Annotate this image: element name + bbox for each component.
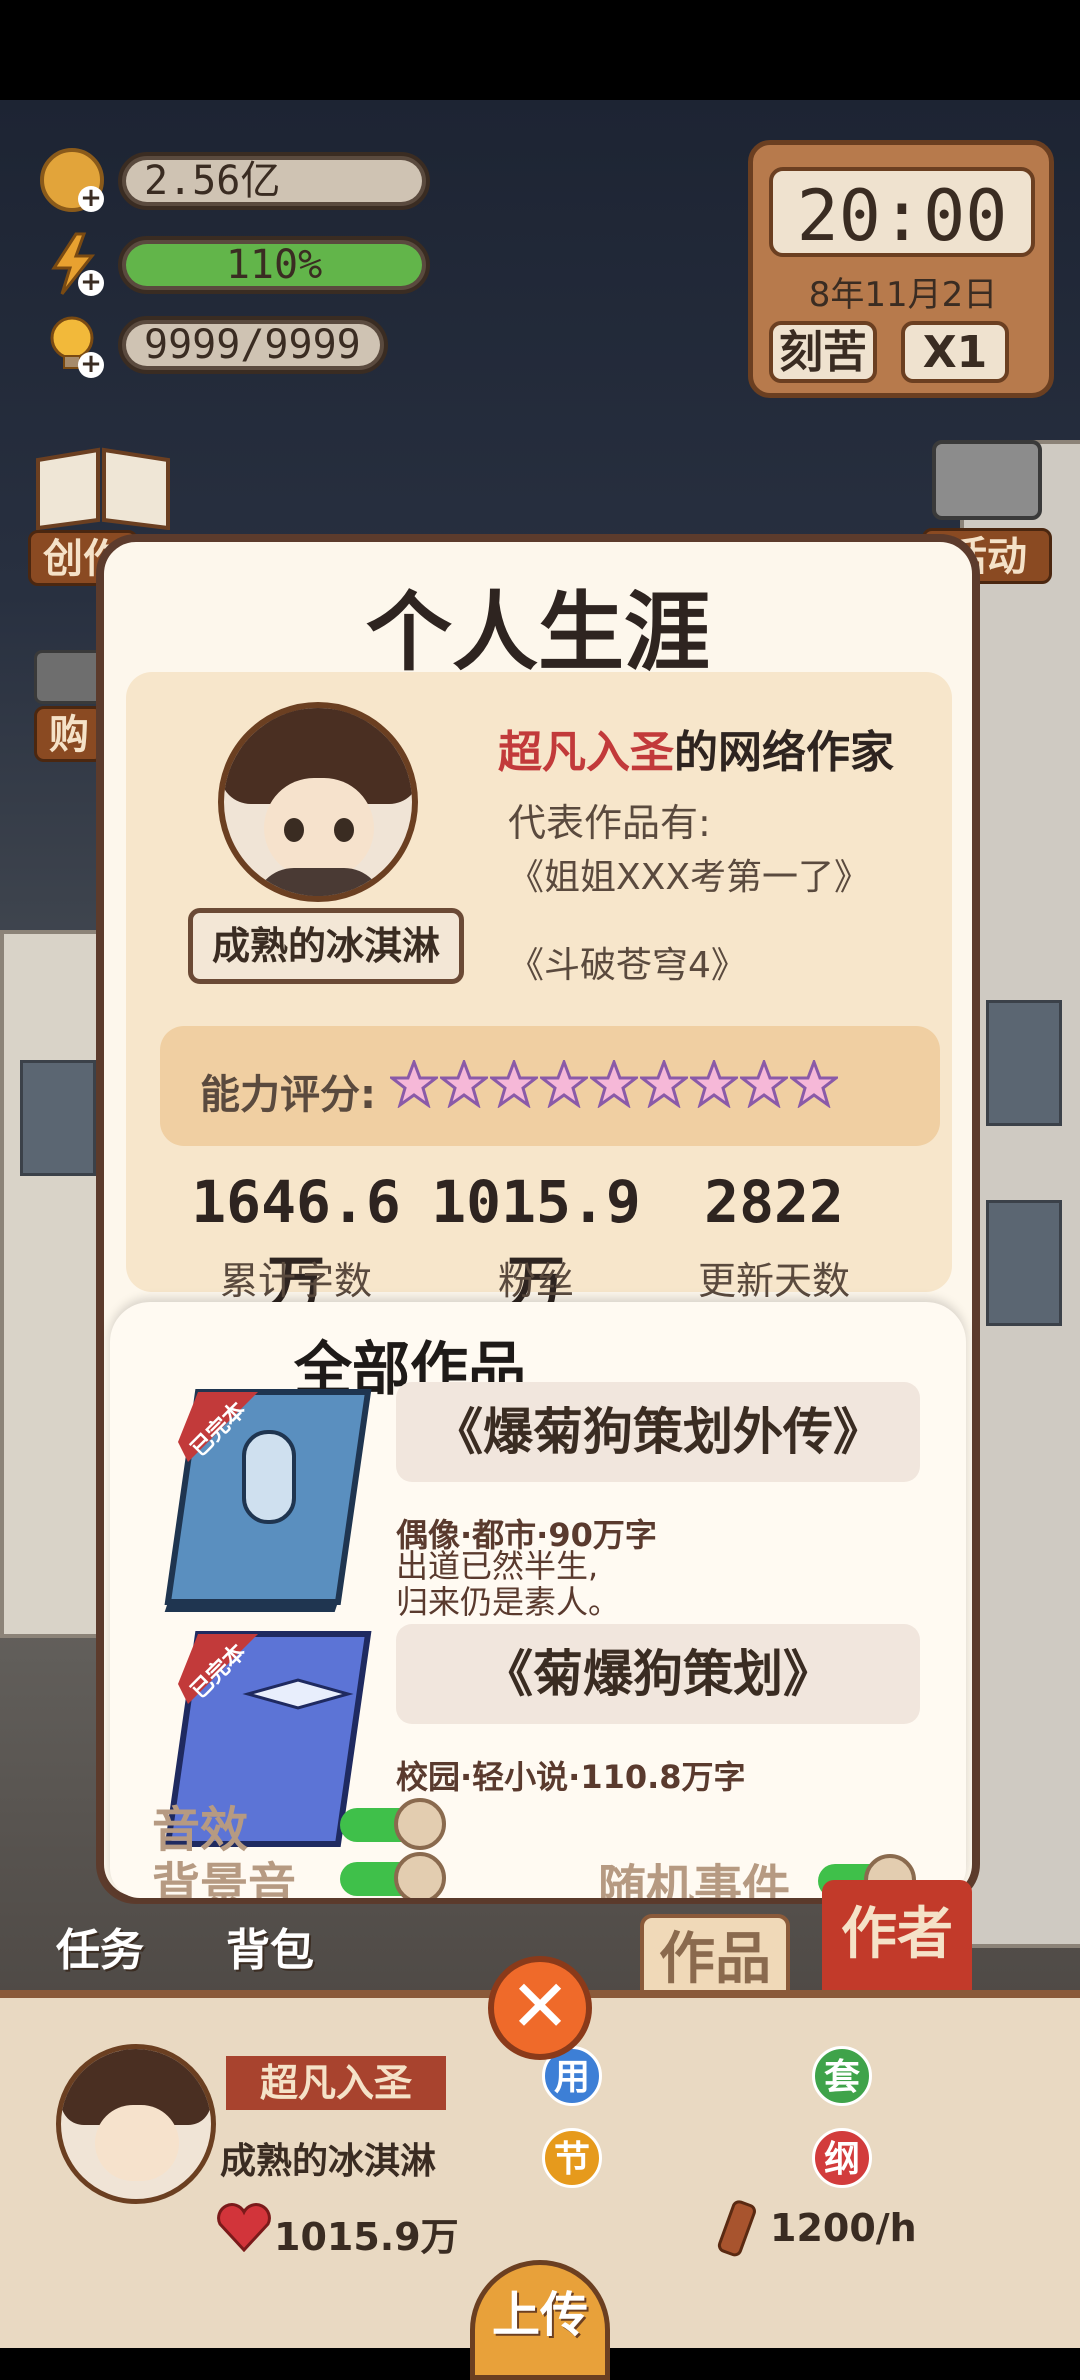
ideas-counter: 9999/9999 xyxy=(118,316,388,374)
star-icon xyxy=(540,1060,588,1108)
speed-button[interactable]: X1 xyxy=(901,321,1009,383)
star-icon xyxy=(590,1060,638,1108)
star-icon xyxy=(690,1060,738,1108)
add-icon[interactable]: + xyxy=(78,269,104,296)
rep-works-label: 代表作品有: xyxy=(508,801,711,845)
gold-value: 2.56亿 xyxy=(126,160,422,202)
update-days-value: 2822 xyxy=(704,1168,844,1236)
star-icon xyxy=(390,1060,438,1108)
total-words-label: 累计字数 xyxy=(219,1259,372,1303)
player-avatar-small[interactable] xyxy=(56,2044,216,2204)
book-icon xyxy=(164,1389,372,1614)
energy-bar: 110% xyxy=(118,236,430,294)
update-days-label: 更新天数 xyxy=(697,1259,850,1303)
work-desc-1: 出道已然半生, 归来仍是素人。 xyxy=(396,1547,621,1621)
window xyxy=(20,1060,96,1176)
gold-counter: 2.56亿 xyxy=(118,152,430,210)
ideas-value: 9999/9999 xyxy=(126,324,380,366)
window xyxy=(986,1200,1062,1326)
sfx-toggle[interactable] xyxy=(340,1798,446,1850)
writer-suffix: 的网络作家 xyxy=(674,727,894,778)
fans-label: 粉丝 xyxy=(497,1259,574,1303)
game-clock: 20:00 8年11月2日 刻苦 X1 xyxy=(748,140,1054,398)
pencil-icon xyxy=(706,2198,766,2258)
book-icon xyxy=(36,447,170,531)
book-cover-1[interactable]: 已完本 xyxy=(158,1382,378,1614)
player-name-plate: 成熟的冰淇淋 xyxy=(188,908,464,984)
toggle-knob xyxy=(394,1852,446,1898)
bgm-label: 背景音 xyxy=(152,1858,297,1898)
tab-works[interactable]: 作品 xyxy=(640,1914,790,1998)
task-button[interactable]: 任务 xyxy=(56,1914,144,1978)
clock-date: 8年11月2日 xyxy=(808,275,998,315)
profile-card: 成熟的冰淇淋 超凡入圣的网络作家 代表作品有: 《姐姐XXX考第一了》 《斗破苍… xyxy=(126,672,952,1317)
clock-time: 20:00 xyxy=(769,167,1035,257)
rep-work-1: 《姐姐XXX考第一了》 xyxy=(508,857,870,898)
close-button[interactable]: ✕ xyxy=(488,1956,592,2060)
works-panel: 全部作品 已完本 《爆菊狗策划外传》 偶像·都市·90万字 出道已然半生, 归来… xyxy=(110,1302,966,1898)
player-name: 成熟的冰淇淋 xyxy=(220,2141,437,2182)
radio-icon xyxy=(932,440,1042,520)
stat-icon: 套 xyxy=(812,2046,872,2106)
add-icon[interactable]: + xyxy=(78,185,104,212)
mode-button[interactable]: 刻苦 xyxy=(769,321,877,383)
add-icon[interactable]: + xyxy=(78,351,104,378)
ability-rating: 能力评分: xyxy=(160,1026,940,1146)
toggle-knob xyxy=(394,1798,446,1850)
modal-title: 个人生涯 xyxy=(366,582,710,683)
shop-label: 购 xyxy=(34,706,104,762)
bag-button[interactable]: 背包 xyxy=(226,1914,314,1978)
work-title-1[interactable]: 《爆菊狗策划外传》 xyxy=(396,1382,920,1482)
upload-button[interactable]: 上传 xyxy=(470,2260,610,2380)
random-event-label: 随机事件 xyxy=(598,1860,791,1898)
stat-icon: 纲 xyxy=(812,2128,872,2188)
stat-icon: 节 xyxy=(542,2128,602,2188)
heart-icon xyxy=(216,2202,272,2253)
player-avatar xyxy=(218,702,418,902)
writer-rank: 超凡入圣 xyxy=(498,727,674,778)
writer-title: 超凡入圣的网络作家 xyxy=(498,716,894,780)
tab-author[interactable]: 作者 xyxy=(822,1880,972,1998)
rate-value: 1200/h xyxy=(770,2206,917,2250)
star-icon xyxy=(790,1060,838,1108)
work-title-2[interactable]: 《菊爆狗策划》 xyxy=(396,1624,920,1724)
fans-count: 1015.9万 xyxy=(274,2215,459,2259)
player-rank-ribbon: 超凡入圣 xyxy=(226,2056,446,2110)
rep-work-2: 《斗破苍穹4》 xyxy=(508,945,747,986)
star-icon xyxy=(490,1060,538,1108)
career-modal: 个人生涯 成熟的冰淇淋 超凡入圣的网络作家 代表作品有: 《姐姐XXX考第一了》… xyxy=(96,534,980,1904)
energy-value: 110% xyxy=(126,244,422,286)
star-icon xyxy=(440,1060,488,1108)
star-icon xyxy=(740,1060,788,1108)
work-meta-2: 校园·轻小说·110.8万字 xyxy=(396,1758,746,1796)
ability-label: 能力评分: xyxy=(200,1072,376,1118)
bgm-toggle[interactable] xyxy=(340,1852,446,1898)
window xyxy=(986,1000,1062,1126)
star-icon xyxy=(640,1060,688,1108)
